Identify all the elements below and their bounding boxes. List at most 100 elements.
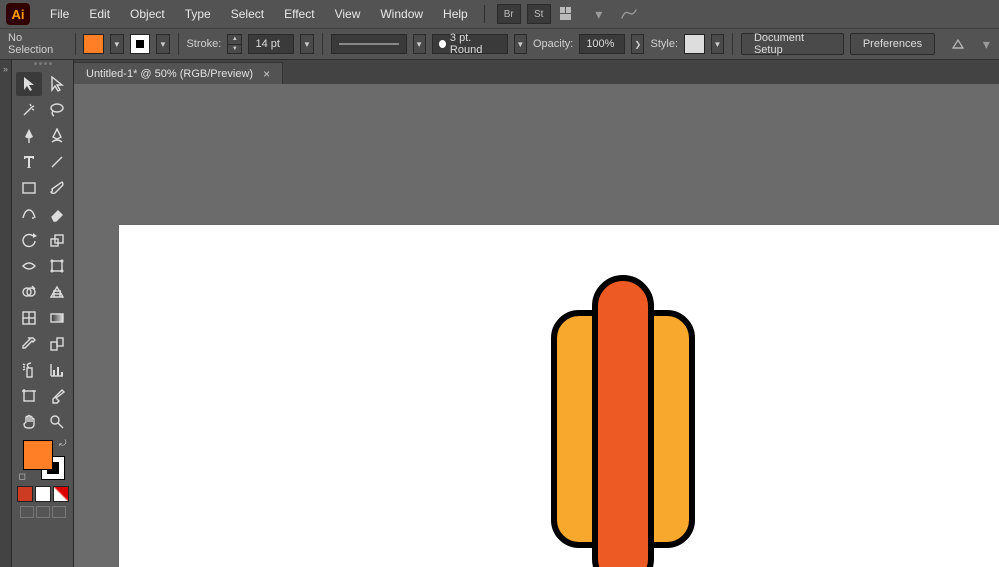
free-transform-tool[interactable] xyxy=(44,254,70,278)
graphic-style-swatch[interactable] xyxy=(684,34,705,54)
shaper-tool[interactable] xyxy=(16,202,42,226)
main-area: » xyxy=(0,60,999,567)
perspective-grid-tool[interactable] xyxy=(44,280,70,304)
draw-normal-icon[interactable] xyxy=(20,506,34,518)
slice-tool[interactable] xyxy=(44,384,70,408)
swap-fill-stroke-icon[interactable]: ⤾ xyxy=(59,438,67,449)
hand-tool[interactable] xyxy=(16,410,42,434)
pasteboard xyxy=(74,84,999,567)
color-mode-solid[interactable] xyxy=(17,486,33,502)
separator xyxy=(322,33,323,55)
separator xyxy=(178,33,179,55)
separator xyxy=(732,33,733,55)
menu-bar: Ai File Edit Object Type Select Effect V… xyxy=(0,0,999,28)
opacity-field[interactable]: 100% xyxy=(579,34,625,54)
magic-wand-tool[interactable] xyxy=(16,98,42,122)
canvas[interactable] xyxy=(74,84,999,567)
align-dropdown[interactable]: ▾ xyxy=(982,34,991,54)
chevron-down-icon[interactable]: ▾ xyxy=(587,4,611,24)
scale-tool[interactable] xyxy=(44,228,70,252)
draw-inside-icon[interactable] xyxy=(52,506,66,518)
stroke-dropdown[interactable]: ▼ xyxy=(156,34,169,54)
type-tool[interactable] xyxy=(16,150,42,174)
mesh-tool[interactable] xyxy=(16,306,42,330)
stroke-weight-field[interactable]: 14 pt xyxy=(248,34,294,54)
selection-tool[interactable] xyxy=(16,72,42,96)
stock-button[interactable]: St xyxy=(527,4,551,24)
color-mode-swatches xyxy=(17,486,69,502)
rectangle-tool[interactable] xyxy=(16,176,42,200)
artboard xyxy=(118,224,999,567)
fill-swatch[interactable] xyxy=(83,34,104,54)
tools-panel: ⤾ ◻ xyxy=(12,60,74,567)
line-segment-tool[interactable] xyxy=(44,150,70,174)
menu-select[interactable]: Select xyxy=(221,3,274,25)
fill-stroke-picker[interactable]: ⤾ ◻ xyxy=(21,440,65,480)
preferences-button[interactable]: Preferences xyxy=(850,33,935,55)
separator xyxy=(484,5,485,23)
menu-object[interactable]: Object xyxy=(120,3,175,25)
stroke-weight-stepper[interactable]: ▲▼ xyxy=(227,34,242,54)
draw-mode-buttons xyxy=(20,506,66,518)
graphic-style-dropdown[interactable]: ▼ xyxy=(711,34,724,54)
variable-width-profile[interactable] xyxy=(331,34,407,54)
symbol-sprayer-tool[interactable] xyxy=(16,358,42,382)
pen-tool[interactable] xyxy=(16,124,42,148)
stroke-label: Stroke: xyxy=(186,38,221,50)
shape-builder-tool[interactable] xyxy=(16,280,42,304)
menu-effect[interactable]: Effect xyxy=(274,3,324,25)
document-tab-bar: Untitled-1* @ 50% (RGB/Preview) × xyxy=(74,60,999,84)
variable-width-dropdown[interactable]: ▼ xyxy=(413,34,426,54)
eraser-tool[interactable] xyxy=(44,202,70,226)
close-tab-icon[interactable]: × xyxy=(263,67,270,81)
curvature-tool[interactable] xyxy=(44,124,70,148)
style-label: Style: xyxy=(650,38,678,50)
gpu-performance-icon[interactable] xyxy=(617,4,641,24)
artwork-hotdog xyxy=(539,275,709,567)
align-to-icon[interactable] xyxy=(947,34,970,54)
blend-tool[interactable] xyxy=(44,332,70,356)
gradient-tool[interactable] xyxy=(44,306,70,330)
default-fill-stroke-icon[interactable]: ◻ xyxy=(19,471,26,482)
fill-dropdown[interactable]: ▼ xyxy=(110,34,123,54)
brush-definition-dropdown[interactable]: ▼ xyxy=(514,34,527,54)
color-mode-gradient[interactable] xyxy=(35,486,51,502)
document-tab[interactable]: Untitled-1* @ 50% (RGB/Preview) × xyxy=(74,62,283,84)
selection-status: No Selection xyxy=(8,32,67,56)
zoom-tool[interactable] xyxy=(44,410,70,434)
artboard-tool[interactable] xyxy=(16,384,42,408)
artwork-sausage-shape[interactable] xyxy=(592,275,654,567)
app-logo: Ai xyxy=(6,3,30,25)
brush-definition-field[interactable]: 3 pt. Round xyxy=(432,34,508,54)
eyedropper-tool[interactable] xyxy=(16,332,42,356)
document-setup-button[interactable]: Document Setup xyxy=(741,33,844,55)
menu-window[interactable]: Window xyxy=(370,3,433,25)
document-tab-title: Untitled-1* @ 50% (RGB/Preview) xyxy=(86,68,253,80)
paintbrush-tool[interactable] xyxy=(44,176,70,200)
color-mode-none[interactable] xyxy=(53,486,69,502)
opacity-label: Opacity: xyxy=(533,38,573,50)
stroke-swatch[interactable] xyxy=(130,34,151,54)
draw-behind-icon[interactable] xyxy=(36,506,50,518)
width-tool[interactable] xyxy=(16,254,42,278)
options-bar: No Selection ▼ ▼ Stroke: ▲▼ 14 pt ▼ ▼ 3 … xyxy=(0,28,999,60)
arrange-documents-icon[interactable] xyxy=(557,4,581,24)
menu-type[interactable]: Type xyxy=(175,3,221,25)
brush-definition-label: 3 pt. Round xyxy=(450,32,501,56)
menu-view[interactable]: View xyxy=(325,3,371,25)
document-area: Untitled-1* @ 50% (RGB/Preview) × xyxy=(74,60,999,567)
collapsed-panel-handle[interactable]: » xyxy=(0,60,12,567)
bridge-button[interactable]: Br xyxy=(497,4,521,24)
menu-help[interactable]: Help xyxy=(433,3,478,25)
fill-color-swatch[interactable] xyxy=(23,440,53,470)
menu-file[interactable]: File xyxy=(40,3,79,25)
separator xyxy=(75,33,76,55)
stroke-weight-dropdown[interactable]: ▼ xyxy=(300,34,313,54)
menu-edit[interactable]: Edit xyxy=(79,3,120,25)
column-graph-tool[interactable] xyxy=(44,358,70,382)
panel-drag-handle[interactable] xyxy=(23,62,63,70)
lasso-tool[interactable] xyxy=(44,98,70,122)
rotate-tool[interactable] xyxy=(16,228,42,252)
direct-selection-tool[interactable] xyxy=(44,72,70,96)
opacity-dropdown[interactable]: ❯ xyxy=(631,34,644,54)
